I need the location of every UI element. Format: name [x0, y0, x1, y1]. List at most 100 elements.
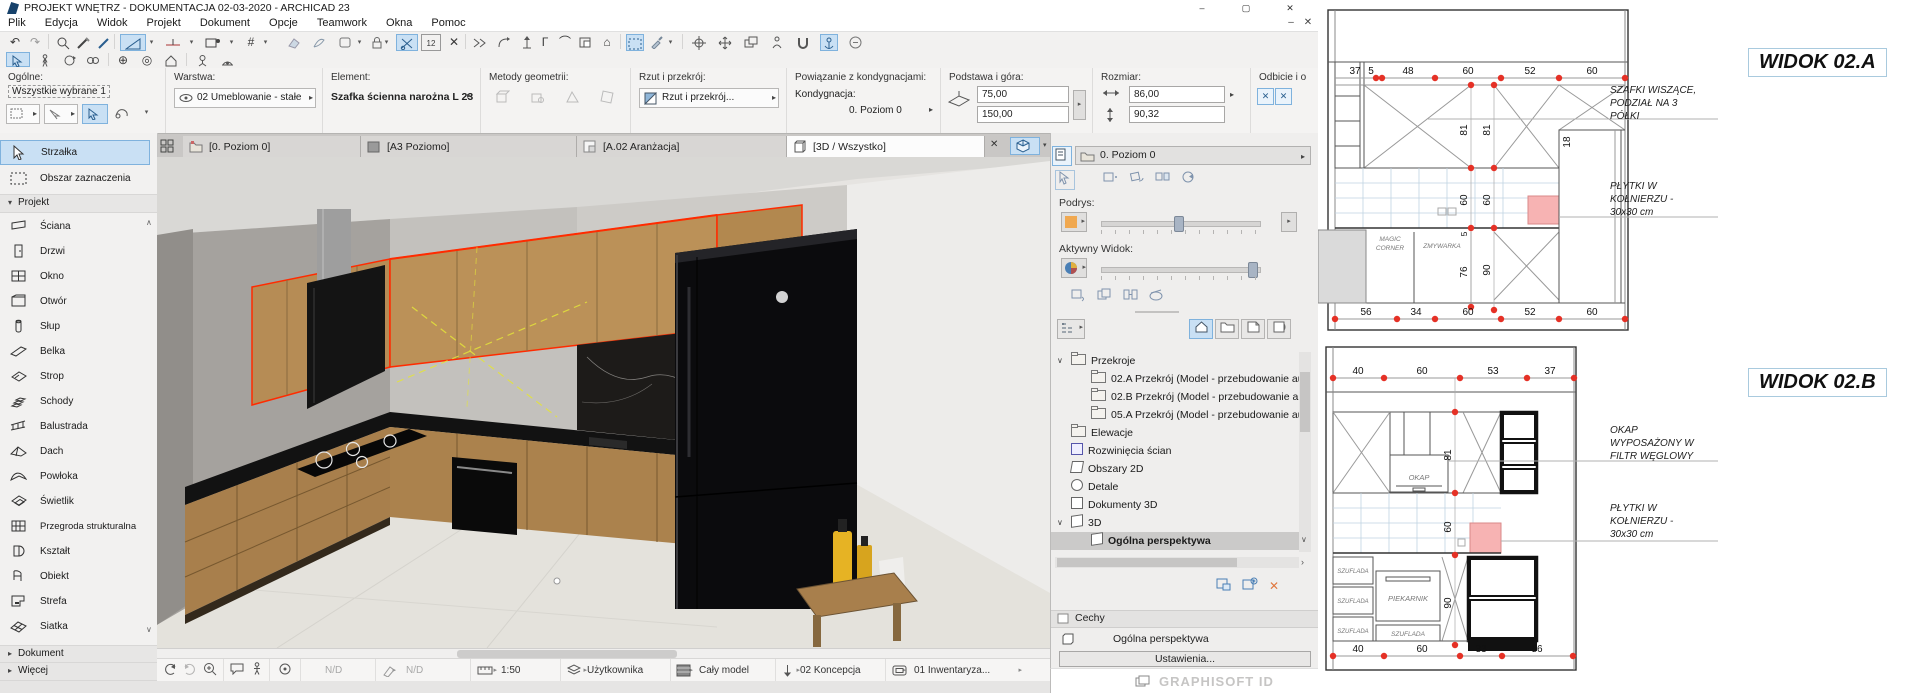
target-view-icon[interactable]: ◎ — [138, 52, 156, 67]
nav-back-icon[interactable] — [162, 662, 178, 678]
marquee-tool-icon[interactable] — [626, 34, 644, 51]
size-height-input[interactable]: 90,32 — [1129, 106, 1225, 123]
tree-item-obszary-2d[interactable]: Obszary 2D — [1051, 460, 1299, 478]
tab-poziom-0[interactable]: [0. Poziom 0] — [183, 136, 361, 158]
mirror-y-icon[interactable]: ✕ — [1275, 88, 1292, 105]
tab-a02-aranzacja[interactable]: [A.02 Aranżacja] — [577, 136, 787, 158]
geometry-method-1-icon[interactable] — [493, 90, 511, 108]
tree-item-02a-przekroj[interactable]: 02.A Przekrój (Model - przebudowanie aut… — [1051, 370, 1299, 388]
base-value-input[interactable]: 75,00 — [977, 86, 1069, 103]
anchor-tool-icon[interactable] — [820, 34, 838, 51]
menu-teamwork[interactable]: Teamwork — [309, 16, 375, 30]
tree-item-rozwiniecia[interactable]: Rozwinięcia ścian — [1051, 442, 1299, 460]
geometry-method-2-icon[interactable] — [528, 90, 546, 108]
home-story-icon[interactable]: ⌂ — [598, 34, 616, 51]
view-map-icon[interactable] — [1215, 319, 1239, 339]
base-top-spinner[interactable]: ▸ — [1073, 90, 1086, 120]
transfer-settings-icon[interactable] — [1069, 288, 1087, 306]
trim-icon[interactable] — [396, 34, 418, 51]
element-value[interactable]: Szafka ścienna narożna L 23 — [331, 91, 473, 103]
pen-plus-icon[interactable] — [94, 34, 112, 51]
compare-views-icon[interactable] — [1121, 288, 1139, 306]
comment-icon[interactable] — [229, 662, 245, 678]
brush-caret[interactable]: ▾ — [666, 34, 675, 51]
palette-drag-handle[interactable] — [1135, 311, 1179, 313]
tab-a3-poziomo[interactable]: [A3 Poziomo] — [361, 136, 577, 158]
top-value-input[interactable]: 150,00 — [977, 106, 1069, 123]
sun-settings-icon[interactable] — [218, 52, 236, 67]
graphisoft-id-label[interactable]: GRAPHISOFT ID — [1159, 674, 1274, 689]
close-button[interactable]: ✕ — [1268, 0, 1312, 16]
tool-sciana[interactable]: Ściana — [0, 215, 150, 240]
walk-icon[interactable] — [249, 662, 265, 678]
tree-item-elewacje[interactable]: Elewacje — [1051, 424, 1299, 442]
redo-icon[interactable]: ↷ — [26, 34, 44, 51]
arrow-settings-combo[interactable]: ▸ — [6, 104, 40, 124]
selection-mode-toggle[interactable] — [82, 104, 108, 124]
toolbox-scroll-up-icon[interactable]: ∧ — [146, 218, 156, 227]
undo-icon[interactable]: ↶ — [6, 34, 24, 51]
nav-forward-icon[interactable] — [182, 662, 198, 678]
active-view-slider[interactable] — [1101, 267, 1261, 273]
new-view-icon[interactable] — [1241, 577, 1259, 595]
menu-widok[interactable]: Widok — [89, 16, 136, 30]
orbit-small-icon[interactable] — [277, 662, 293, 678]
tree-item-detale[interactable]: Detale — [1051, 478, 1299, 496]
resize-frame-icon[interactable] — [576, 34, 594, 51]
geometry-method-4-icon[interactable] — [598, 90, 616, 108]
view-set-combo[interactable]: 01 Inwentaryza...▸ — [885, 659, 1026, 682]
orbit-icon[interactable] — [60, 52, 78, 67]
pan-zoom-icon[interactable] — [1055, 170, 1075, 190]
trace-more-button[interactable]: ▸ — [1281, 212, 1297, 232]
properties-header[interactable]: Cechy — [1051, 610, 1319, 628]
guide-lines-caret[interactable]: ▾ — [147, 34, 156, 51]
tool-belka[interactable]: Belka — [0, 340, 150, 365]
snap-level-caret[interactable]: ▾ — [187, 34, 196, 51]
tool-obiekt[interactable]: Obiekt — [0, 565, 150, 590]
settings-button[interactable]: Ustawienia... — [1059, 651, 1311, 667]
mirror-view-icon[interactable] — [1153, 170, 1171, 188]
camera-icon[interactable] — [193, 52, 211, 67]
tool-powloka[interactable]: Powłoka — [0, 465, 150, 490]
tool-przegroda[interactable]: Przegroda strukturalna — [0, 515, 150, 540]
hatch-override-icon[interactable] — [1147, 288, 1165, 306]
tree-item-02b-przekroj[interactable]: 02.B Przekrój (Model - przebudowanie aut… — [1051, 388, 1299, 406]
minimize-button[interactable]: – — [1180, 0, 1224, 16]
toolbox-section-project[interactable]: ▾Projekt — [0, 194, 157, 213]
tool-arrow[interactable]: Strzałka — [0, 140, 150, 165]
tree-item-3d[interactable]: ∨3D — [1051, 514, 1299, 532]
menu-okna[interactable]: Okna — [378, 16, 420, 30]
navigator-tree-button[interactable]: ▸ — [1057, 319, 1085, 339]
tool-ksztalt[interactable]: Kształt — [0, 540, 150, 565]
properties-item[interactable]: Ogólna perspektywa — [1051, 630, 1319, 648]
tool-marquee[interactable]: Obszar zaznaczenia — [0, 167, 150, 192]
walk-mode-icon[interactable] — [36, 52, 54, 67]
guide-lines-icon[interactable] — [120, 34, 146, 51]
duplicate-view-icon[interactable] — [1095, 288, 1113, 306]
tree-scroll-down-icon[interactable]: ∨ — [1301, 535, 1307, 544]
doc-minimize-button[interactable]: – — [1283, 17, 1299, 28]
tool-siatka[interactable]: Siatka — [0, 615, 150, 640]
grid-snap-caret[interactable]: ▾ — [261, 34, 270, 51]
story-value[interactable]: 0. Poziom 0 — [849, 105, 902, 116]
favorites-icon[interactable] — [336, 34, 354, 51]
tree-vscrollbar[interactable] — [1299, 352, 1311, 552]
pen-icon[interactable] — [74, 34, 92, 51]
move-tool-icon[interactable] — [716, 34, 734, 51]
fillet-icon[interactable]: ⌒ — [556, 34, 574, 51]
menu-projekt[interactable]: Projekt — [139, 16, 189, 30]
tool-swietlik[interactable]: Świetlik — [0, 490, 150, 515]
story-caret[interactable]: ▸ — [929, 105, 933, 114]
tab-3d-wszystko[interactable]: [3D / Wszystko] — [787, 136, 985, 158]
tool-schody[interactable]: Schody — [0, 390, 150, 415]
feather-icon[interactable] — [310, 34, 328, 51]
tree-item-ogolna-perspektywa[interactable]: Ogólna perspektywa — [1051, 532, 1299, 550]
windows-stack-icon[interactable] — [1135, 675, 1150, 688]
size-caret[interactable]: ▸ — [1230, 90, 1234, 99]
doc-close-button[interactable]: ✕ — [1300, 17, 1316, 28]
tool-strefa[interactable]: Strefa — [0, 590, 150, 615]
explore-icon[interactable] — [84, 52, 102, 67]
trace-swatch[interactable]: ▸ — [1061, 212, 1087, 232]
tree-item-przekroje[interactable]: ∨Przekroje — [1051, 352, 1299, 370]
corner-icon[interactable]: Γ — [536, 34, 554, 51]
